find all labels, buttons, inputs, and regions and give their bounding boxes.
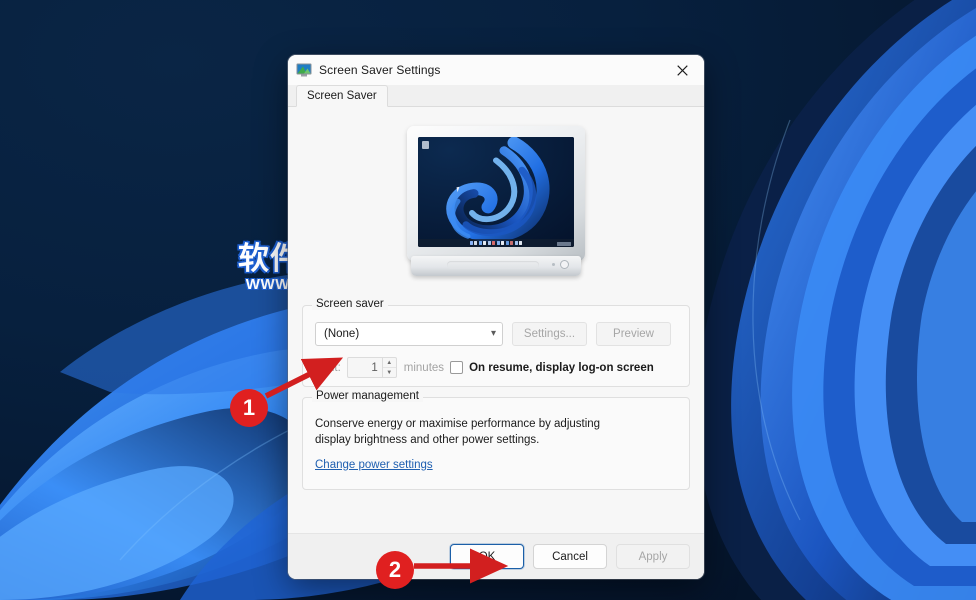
preview-button[interactable]: Preview (596, 322, 671, 346)
annotation-marker-1: 1 (230, 389, 268, 427)
power-button-icon (560, 260, 569, 269)
caret-down-icon[interactable]: ▼ (383, 368, 396, 377)
annotation-marker-2-label: 2 (388, 557, 402, 582)
wait-row: Wait: 1 ▲ ▼ minutes On resume, display l… (315, 357, 677, 378)
on-resume-checkbox[interactable] (450, 361, 464, 374)
annotation-marker-2: 2 (376, 551, 414, 589)
monitor-bezel (407, 126, 585, 261)
minutes-label: minutes (403, 361, 445, 374)
monitor-screen (418, 137, 574, 247)
monitor-icon (296, 63, 312, 77)
annotation-marker-1-label: 1 (242, 395, 256, 420)
apply-button-label: Apply (638, 550, 668, 563)
preview-wallpaper (418, 137, 574, 247)
wait-minutes-value: 1 (371, 361, 378, 374)
screen-saver-combo-value: (None) (324, 328, 360, 340)
preview-button-label: Preview (613, 328, 654, 340)
close-icon[interactable] (660, 55, 704, 85)
tab-screen-saver-label: Screen Saver (307, 90, 377, 102)
apply-button[interactable]: Apply (616, 544, 690, 569)
on-resume-checkbox-label: On resume, display log-on screen (469, 361, 654, 374)
dialog-tabstrip: Screen Saver (288, 85, 704, 107)
stepper-arrows: ▲ ▼ (381, 358, 396, 377)
tab-screen-saver[interactable]: Screen Saver (296, 85, 388, 107)
cancel-button-label: Cancel (552, 550, 588, 563)
dialog-titlebar: Screen Saver Settings (288, 55, 704, 85)
power-description-line-1: Conserve energy or maximise performance … (315, 418, 601, 430)
desktop-shortcut-icon (422, 141, 429, 149)
preview-taskbar-clock (557, 242, 571, 246)
screen-saver-combo[interactable]: (None) ▾ (315, 322, 503, 346)
screen-saver-selection-row: (None) ▾ Settings... Preview (315, 322, 677, 346)
settings-button-label: Settings... (523, 328, 576, 340)
power-management-group-title: Power management (312, 390, 423, 402)
settings-button[interactable]: Settings... (512, 322, 587, 346)
screen-saver-settings-dialog: Screen Saver Settings Screen Saver Scree… (288, 55, 704, 579)
monitor-preview (407, 126, 585, 282)
power-management-group: Power management Conserve energy or maxi… (302, 390, 690, 490)
change-power-settings-link[interactable]: Change power settings (315, 459, 433, 471)
wait-label: Wait: (315, 361, 341, 374)
monitor-stand (411, 256, 581, 276)
monitor-slot (447, 261, 539, 269)
dialog-footer: OK Cancel Apply (288, 533, 704, 579)
screen-saver-group-title: Screen saver (312, 298, 388, 310)
preview-taskbar (418, 239, 574, 247)
monitor-led-icon (552, 263, 555, 266)
chevron-down-icon: ▾ (490, 328, 496, 339)
dialog-body: Screen saver (None) ▾ Settings... Previe… (288, 107, 704, 533)
dialog-title: Screen Saver Settings (319, 63, 441, 77)
caret-up-icon[interactable]: ▲ (382, 358, 396, 368)
wait-minutes-stepper[interactable]: 1 ▲ ▼ (346, 357, 397, 378)
ok-button[interactable]: OK (450, 544, 524, 569)
power-description-line-2: display brightness and other power setti… (315, 434, 540, 446)
screen-saver-group: Screen saver (None) ▾ Settings... Previe… (302, 298, 690, 387)
monitor-preview-area (302, 107, 690, 295)
desktop-background: 软件自学网 WWW.RJZXW.COM Screen Saver Setting… (0, 0, 976, 600)
cancel-button[interactable]: Cancel (533, 544, 607, 569)
ok-button-label: OK (478, 550, 496, 563)
